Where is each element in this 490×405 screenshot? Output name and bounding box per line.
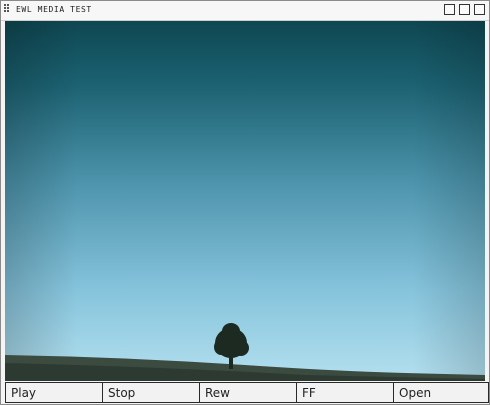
open-button[interactable]: Open	[393, 382, 489, 403]
playback-controls: Play Stop Rew FF Open	[5, 382, 489, 403]
window-menu-grip-icon[interactable]	[4, 4, 10, 12]
fast-forward-button[interactable]: FF	[296, 382, 393, 403]
minimize-button[interactable]	[444, 4, 455, 15]
video-frame	[5, 21, 485, 381]
stop-button[interactable]: Stop	[102, 382, 199, 403]
rewind-button[interactable]: Rew	[199, 382, 296, 403]
close-button[interactable]	[474, 4, 485, 15]
play-button[interactable]: Play	[5, 382, 102, 403]
maximize-button[interactable]	[459, 4, 470, 15]
media-test-window: EWL MEDIA TEST Play Stop Rew FF Open	[0, 0, 490, 405]
window-title: EWL MEDIA TEST	[16, 5, 92, 14]
title-bar[interactable]: EWL MEDIA TEST	[1, 1, 489, 21]
video-image	[5, 21, 485, 381]
